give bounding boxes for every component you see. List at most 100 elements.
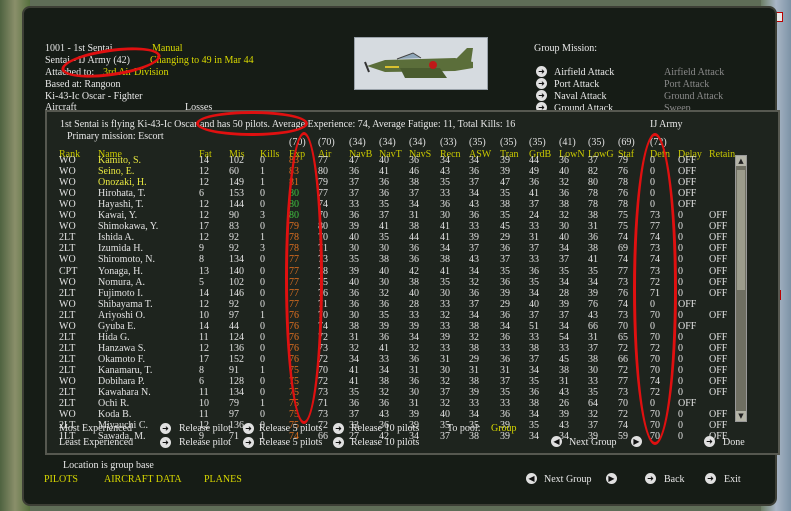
table-cell: 2LT xyxy=(59,364,76,376)
table-cell: 78 xyxy=(618,177,628,189)
prev-arrow-icon[interactable]: ◀ xyxy=(551,436,562,447)
table-row[interactable]: 2LT Ochi R. 10 79 1 75 71 36 36 31 32 33 33 38 26 64 70 0… xyxy=(0,398,735,409)
mission-arrow-icon[interactable]: ➜ xyxy=(536,78,547,89)
table-row[interactable]: WO Seino, E. 12 60 1 83 80 36 41 46 43 36 39 49 40 82 76… xyxy=(0,166,735,177)
pilot-name[interactable]: Kawahara N. xyxy=(98,387,151,398)
scroll-thumb[interactable] xyxy=(737,170,745,290)
release-pilot-least-button[interactable]: Release pilot xyxy=(179,437,231,449)
table-cell: 33 xyxy=(559,342,569,354)
table-cell: 74 xyxy=(618,254,628,266)
pilot-name[interactable]: Hanzawa S. xyxy=(98,343,146,354)
arrow-icon[interactable]: ➜ xyxy=(243,423,254,434)
pilot-name[interactable]: Dobihara P. xyxy=(98,376,145,387)
table-row[interactable]: 2LT Hanzawa S. 12 136 0 76 73 32 41 32 33 38 33 38 33 3… xyxy=(0,343,735,354)
table-row[interactable]: WO Dobihara P. 6 128 0 75 72 41 38 36 32 38 37 35 31 33… xyxy=(0,376,735,387)
pilot-name[interactable]: Gyuba E. xyxy=(98,321,136,332)
pilot-name[interactable]: Hida G. xyxy=(98,332,130,343)
exit-button[interactable]: Exit xyxy=(724,474,741,486)
pilot-name[interactable]: Seino, E. xyxy=(98,166,134,177)
table-row[interactable]: 2LT Okamoto F. 17 152 0 76 72 34 33 36 31 29 36 37 45 3… xyxy=(0,354,735,365)
attached-hq[interactable]: 3rd Air Division xyxy=(103,67,169,79)
arrow-icon[interactable]: ➜ xyxy=(333,437,344,448)
prev-arrow-icon[interactable]: ◀ xyxy=(526,473,537,484)
table-row[interactable]: 2LT Ishida A. 12 92 1 78 70 40 35 44 41 39 29 31 40 36 7… xyxy=(0,232,735,243)
table-row[interactable]: WO Hayashi, T. 12 144 0 80 74 33 35 34 36 43 38 37 38 7… xyxy=(0,199,735,210)
pilot-name[interactable]: Kanamaru, T. xyxy=(98,365,152,376)
table-row[interactable]: WO Shibayama T. 12 92 0 77 71 36 36 28 33 37 29 40 39 7… xyxy=(0,299,735,310)
mission-option-port-attack[interactable]: Port Attack xyxy=(554,79,599,91)
table-row[interactable]: WO Hirohata, T. 6 153 0 80 77 37 36 37 33 34 35 41 36 7… xyxy=(0,188,735,199)
release-10-least-button[interactable]: Release 10 pilots xyxy=(351,437,419,449)
pilot-name[interactable]: Hirohata, T. xyxy=(98,188,146,199)
table-row[interactable]: WO Kamito, S. 14 102 0 83 77 47 40 36 34 34 39 44 36 37… xyxy=(0,155,735,166)
table-row[interactable]: 2LT Hida G. 11 124 0 76 72 31 36 34 39 32 36 33 54 31 65… xyxy=(0,332,735,343)
mission-option-airfield-attack[interactable]: Airfield Attack xyxy=(554,67,614,79)
table-row[interactable]: WO Shiromoto, N. 8 134 0 77 73 35 38 36 38 43 37 33 37… xyxy=(0,254,735,265)
pilot-name[interactable]: Shimokawa, Y. xyxy=(98,221,158,232)
to-pool-value[interactable]: Group xyxy=(491,423,517,435)
release-5-most-button[interactable]: Release 5 pilots xyxy=(259,423,322,435)
scroll-down-icon[interactable]: ▼ xyxy=(736,411,746,421)
pilot-name[interactable]: Yonaga, H. xyxy=(98,266,143,277)
pilot-name[interactable]: Okamoto F. xyxy=(98,354,145,365)
done-arrow-icon[interactable]: ➜ xyxy=(704,436,715,447)
table-row[interactable]: CPT Yonaga, H. 13 140 0 77 78 39 40 42 41 34 35 36 35 3… xyxy=(0,266,735,277)
table-cell: 73 xyxy=(318,254,328,266)
table-row[interactable]: WO Nomura, A. 5 102 0 77 75 40 30 38 35 32 36 35 34 34 7… xyxy=(0,277,735,288)
pilot-name[interactable]: Izumida H. xyxy=(98,243,143,254)
pilot-name[interactable]: Kamito, S. xyxy=(98,155,141,166)
table-row[interactable]: 2LT Kawahara N. 11 134 0 75 73 35 32 30 37 39 35 36 43… xyxy=(0,387,735,398)
pilot-name[interactable]: Ochi R. xyxy=(98,398,129,409)
back-arrow-icon[interactable]: ➜ xyxy=(645,473,656,484)
table-row[interactable]: WO Gyuba E. 14 44 0 76 74 38 39 39 33 38 34 51 34 66 70 0… xyxy=(0,321,735,332)
back-button[interactable]: Back xyxy=(664,474,685,486)
table-row[interactable]: WO Onozaki, H. 12 149 1 81 79 37 36 38 35 37 47 36 32 8… xyxy=(0,177,735,188)
tab-planes[interactable]: PLANES xyxy=(204,474,242,486)
release-pilot-most-button[interactable]: Release pilot xyxy=(179,423,231,435)
release-10-most-button[interactable]: Release 10 pilots xyxy=(351,423,419,435)
pilot-name[interactable]: Ishida A. xyxy=(98,232,134,243)
table-row[interactable]: WO Kawai, Y. 12 90 3 80 70 36 37 31 30 36 35 24 32 38 75… xyxy=(0,210,735,221)
tab-pilots[interactable]: PILOTS xyxy=(44,474,78,486)
next-arrow-icon[interactable]: ▶ xyxy=(606,473,617,484)
table-cell: 43 xyxy=(440,166,450,178)
mission-arrow-icon[interactable]: ➜ xyxy=(536,90,547,101)
release-5-least-button[interactable]: Release 5 pilots xyxy=(259,437,322,449)
arrow-icon[interactable]: ➜ xyxy=(160,423,171,434)
mission-option-naval-attack[interactable]: Naval Attack xyxy=(554,91,606,103)
primary-mission: Primary mission: Escort xyxy=(67,131,164,142)
table-row[interactable]: 2LT Kanamaru, T. 8 91 1 75 70 41 34 31 30 31 31 34 38 3… xyxy=(0,365,735,376)
mission-arrow-icon[interactable]: ➜ xyxy=(536,66,547,77)
done-button[interactable]: Done xyxy=(723,437,745,449)
pilot-name[interactable]: Fujimoto I. xyxy=(98,288,143,299)
table-cell: 35 xyxy=(379,309,389,321)
table-row[interactable]: 2LT Fujimoto I. 14 146 0 77 76 36 32 40 30 36 39 34 28… xyxy=(0,288,735,299)
arrow-icon[interactable]: ➜ xyxy=(243,437,254,448)
tab-aircraft-data[interactable]: AIRCRAFT DATA xyxy=(104,474,182,486)
arrow-icon[interactable]: ➜ xyxy=(160,437,171,448)
pilot-name[interactable]: Shiromoto, N. xyxy=(98,254,155,265)
next-group-button[interactable]: Next Group xyxy=(544,474,592,486)
exit-arrow-icon[interactable]: ➜ xyxy=(705,473,716,484)
table-cell: 152 xyxy=(229,353,244,365)
table-cell: 35 xyxy=(529,276,539,288)
table-cell: 30 xyxy=(440,287,450,299)
pilot-name[interactable]: Hayashi, T. xyxy=(98,199,143,210)
pilot-name[interactable]: Onozaki, H. xyxy=(98,177,147,188)
next-arrow-icon[interactable]: ▶ xyxy=(631,436,642,447)
table-row[interactable]: WO Koda B. 11 97 0 75 73 37 43 39 40 34 36 34 39 32 72 70… xyxy=(0,409,735,420)
pilot-name[interactable]: Ariyoshi O. xyxy=(98,310,145,321)
pilot-name[interactable]: Nomura, A. xyxy=(98,277,145,288)
table-row[interactable]: 2LT Ariyoshi O. 10 97 1 76 70 30 35 33 32 34 36 37 37 4… xyxy=(0,310,735,321)
arrow-icon[interactable]: ➜ xyxy=(333,423,344,434)
table-cell: 39 xyxy=(559,409,569,421)
table-row[interactable]: WO Shimokawa, Y. 17 83 0 79 80 39 41 38 41 33 45 33 30… xyxy=(0,221,735,232)
roster-scrollbar[interactable]: ▲ ▼ xyxy=(735,155,747,422)
next-group-roster-button[interactable]: Next Group xyxy=(569,437,617,449)
pilot-name[interactable]: Shibayama T. xyxy=(98,299,153,310)
scroll-up-icon[interactable]: ▲ xyxy=(736,156,746,166)
table-row[interactable]: 2LT Izumida H. 9 92 3 78 71 30 30 36 34 37 36 37 34 38 6… xyxy=(0,243,735,254)
pilot-name[interactable]: Kawai, Y. xyxy=(98,210,137,221)
pilot-name[interactable]: Koda B. xyxy=(98,409,131,420)
unit-control-mode[interactable]: Manual xyxy=(152,43,183,55)
